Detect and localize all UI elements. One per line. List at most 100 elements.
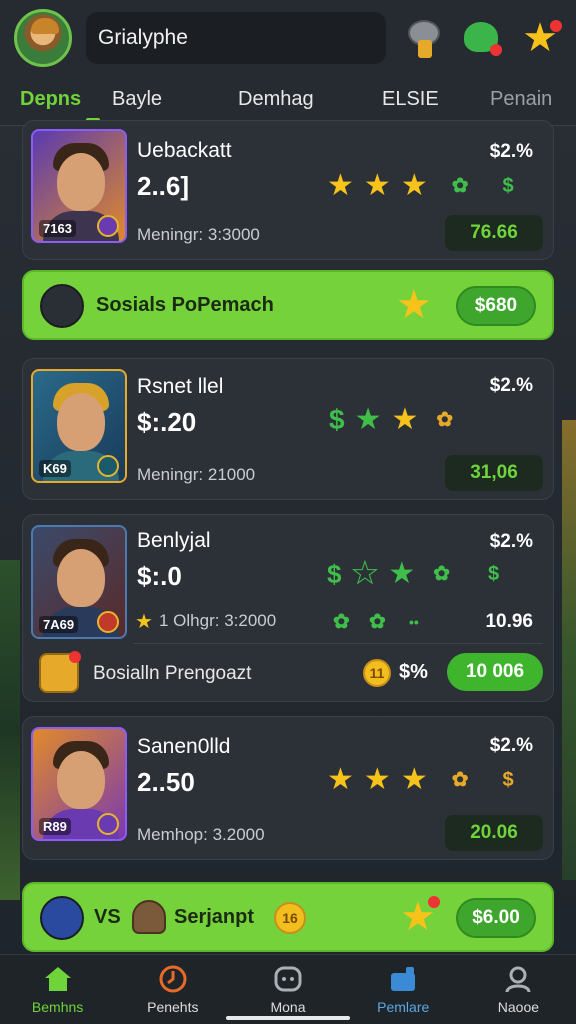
rank-ring-icon (97, 813, 119, 835)
clover-icon: ✿ (369, 611, 386, 633)
star-outline-icon: ★ (351, 557, 379, 590)
app-header: Grialyphe ★ (0, 0, 576, 76)
star-icon: ★ (327, 169, 354, 202)
player-percent: $2.% (489, 375, 533, 396)
player-percent: $2.% (489, 531, 533, 552)
search-input[interactable]: Grialyphe (86, 12, 386, 64)
portrait-badge: 7A69 (39, 616, 79, 633)
nav-label: Pemlare (377, 999, 430, 1015)
nav-item-penehts[interactable]: Penehts (115, 955, 230, 1024)
nav-item-bemhns[interactable]: Bemhns (0, 955, 115, 1024)
player-name: Rsnet llel (137, 375, 224, 398)
player-price: $:.0 (137, 561, 182, 591)
tab-bayle[interactable]: Bayle (112, 88, 162, 111)
star-icon: ★ (400, 763, 428, 796)
star-notification-icon[interactable]: ★ (518, 16, 562, 60)
dots-icon: •• (409, 614, 419, 630)
nav-label: Mona (270, 999, 306, 1015)
clover-icon: ✿ (436, 409, 454, 431)
promo-banner[interactable]: Sosials PoPemach ★ $680 (22, 270, 554, 340)
player-meta: 1 Olhgr: 3:2000 (159, 611, 277, 630)
category-tabs: Depns Bayle Demhag ELSIE Penain (0, 76, 576, 126)
portrait-badge: K69 (39, 460, 71, 477)
player-name: Sanen0lld (137, 735, 231, 758)
promo-price-button[interactable]: $680 (456, 286, 536, 326)
inline-promo-button[interactable]: 10 006 (447, 653, 543, 691)
star-icon: ★ (363, 169, 391, 202)
tab-elsie[interactable]: ELSIE (382, 88, 439, 111)
dollar-icon: $ (488, 563, 500, 585)
rank-ring-icon (97, 455, 119, 477)
player-price: 2..6] (137, 171, 190, 201)
coin-icon: 11 (363, 659, 391, 687)
player-value[interactable]: 76.66 (445, 215, 543, 251)
user-avatar[interactable] (14, 9, 72, 67)
player-meta: Meningr: 21000 (137, 465, 256, 484)
star-icon: ★ (363, 763, 391, 796)
star-icon: ★ (396, 283, 432, 327)
promo-label: Serjanpt (174, 906, 255, 928)
nav-item-pemlare[interactable]: Pemlare (346, 955, 461, 1024)
player-percent: $2.% (489, 141, 533, 162)
sword-icon (40, 896, 84, 940)
nav-label: Bemhns (31, 999, 84, 1015)
home-icon (44, 967, 71, 991)
player-percent: $2.% (489, 735, 533, 756)
nav-label: Penehts (147, 999, 199, 1015)
star-icon: ★ (400, 169, 428, 202)
versus-promo-banner[interactable]: VS Serjanpt 16 ★ $6.00 (22, 882, 554, 952)
card-divider (133, 643, 543, 644)
player-meta: Meningr: 3:3000 (137, 225, 260, 244)
clover-icon: ✿ (333, 611, 350, 633)
dollar-icon: $ (329, 404, 345, 435)
rating-stars: $ ★ ★ ✿ $ (327, 557, 500, 590)
star-icon: ★ (354, 403, 382, 436)
nav-item-naooe[interactable]: Naooe (461, 955, 576, 1024)
player-name: Benlyjal (137, 529, 211, 552)
tab-demhag[interactable]: Demhag (238, 88, 314, 111)
rating-stars: ★ ★ ★ ✿ $ (327, 171, 514, 201)
star-icon: ★ (391, 403, 419, 436)
player-value[interactable]: 10.96 (485, 611, 533, 633)
background-foliage-right (562, 420, 576, 880)
helmet-icon (132, 900, 166, 934)
nav-label: Naooe (497, 999, 540, 1015)
controller-icon (40, 284, 84, 328)
player-value[interactable]: 31,06 (445, 455, 543, 491)
player-price: $:.20 (137, 407, 197, 437)
dollar-icon: $ (502, 175, 514, 197)
player-card[interactable]: K69 Rsnet llel $:.20 $2.% $ ★ ★ ✿ Mening… (22, 358, 554, 500)
rating-stars: $ ★ ★ ✿ (329, 405, 453, 435)
header-actions: ★ (402, 16, 562, 60)
player-name: Uebackatt (137, 139, 232, 162)
target-icon (159, 965, 187, 993)
player-card[interactable]: R89 Sanen0lld 2..50 $2.% ★ ★ ★ ✿ $ Memho… (22, 716, 554, 860)
player-price: 2..50 (137, 767, 195, 797)
background-foliage-left (0, 560, 20, 900)
dollar-icon: $ (327, 559, 342, 589)
promo-price-button[interactable]: $6.00 (456, 898, 536, 938)
rank-ring-icon (97, 215, 119, 237)
notification-dot (428, 896, 440, 908)
nav-item-mona[interactable]: Mona (230, 955, 345, 1024)
tab-penain[interactable]: Penain (490, 88, 552, 111)
player-card[interactable]: 7163 Uebackatt 2..6] $2.% ★ ★ ★ ✿ $ Meni… (22, 120, 554, 260)
inline-promo-label: Bosialln Prengoazt (93, 663, 252, 684)
clover-icon[interactable] (460, 16, 504, 60)
clover-icon: ✿ (433, 563, 451, 585)
home-indicator (226, 1016, 350, 1020)
player-portrait: R89 (31, 727, 127, 841)
player-value[interactable]: 20.06 (445, 815, 543, 851)
dollar-icon: $ (502, 769, 514, 791)
clover-icon: ✿ (451, 175, 469, 197)
tab-depns[interactable]: Depns (20, 88, 81, 111)
star-icon: ★ (327, 763, 354, 796)
player-portrait: 7163 (31, 129, 127, 243)
search-text: Grialyphe (98, 26, 188, 49)
promo-label: Sosials PoPemach (96, 294, 274, 316)
player-portrait: 7A69 (31, 525, 127, 639)
player-card[interactable]: 7A69 Benlyjal $:.0 $2.% $ ★ ★ ✿ $ ★ 1 Ol… (22, 514, 554, 702)
star-icon: ★ (135, 611, 153, 633)
loot-bag-icon[interactable] (402, 16, 446, 60)
rating-stars: ★ ★ ★ ✿ $ (327, 765, 514, 795)
